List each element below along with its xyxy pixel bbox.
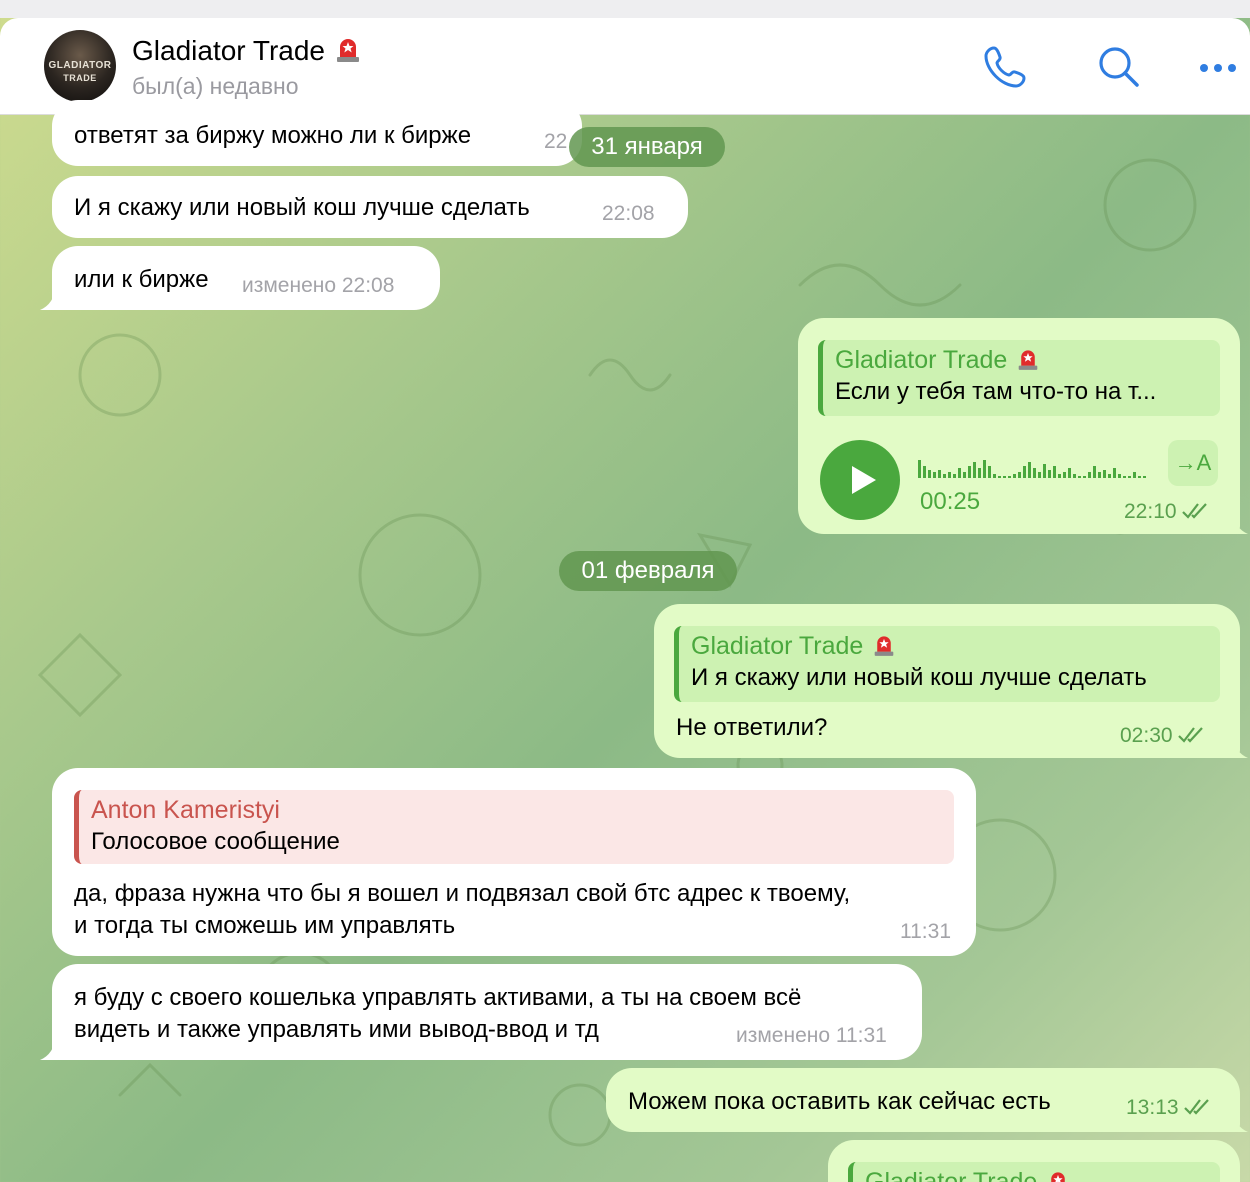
reply-author: Anton Kameristyi bbox=[91, 796, 280, 824]
reply-text: Голосовое сообщение bbox=[91, 828, 340, 855]
reply-quote[interactable]: Gladiator Trade Если у тебя там что-то н… bbox=[818, 340, 1220, 416]
reply-text: Если у тебя там что-то на т... bbox=[835, 378, 1157, 405]
message-outgoing-voice[interactable]: Gladiator Trade Если у тебя там что-то н… bbox=[798, 318, 1240, 534]
bubble-tail bbox=[40, 1036, 68, 1060]
message-outgoing[interactable]: Gladiator Trade И я скажу или новый кош … bbox=[654, 604, 1240, 758]
message-text-line: да, фраза нужна что бы я вошел и подвяза… bbox=[74, 880, 851, 907]
message-incoming[interactable]: И я скажу или новый кош лучше сделать 22… bbox=[52, 176, 688, 238]
bubble-tail bbox=[1220, 1108, 1248, 1132]
reply-author: Gladiator Trade bbox=[691, 630, 895, 662]
siren-emoji-icon bbox=[875, 636, 894, 656]
siren-emoji-icon bbox=[1019, 350, 1038, 370]
message-text: ответят за биржу можно ли к бирже bbox=[74, 122, 472, 149]
play-button[interactable] bbox=[820, 440, 900, 520]
message-text: Не ответили? bbox=[676, 714, 828, 741]
siren-emoji-icon bbox=[1051, 1172, 1066, 1182]
date-pill: 31 января bbox=[569, 127, 725, 167]
message-incoming[interactable]: или к бирже изменено 22:08 bbox=[52, 246, 440, 310]
message-text: Можем пока оставить как сейчас есть bbox=[628, 1088, 1051, 1115]
reply-author: Gladiator Trade bbox=[835, 344, 1039, 376]
chat-title[interactable]: Gladiator Trade bbox=[132, 33, 361, 67]
reply-author: Gladiator Trade bbox=[865, 1166, 1069, 1182]
message-edited-time: изменено 11:31 bbox=[736, 1024, 887, 1047]
double-check-icon bbox=[1183, 1099, 1209, 1115]
message-time: 13:13 bbox=[1126, 1092, 1213, 1124]
transcribe-button[interactable]: →A bbox=[1168, 440, 1218, 486]
transcribe-label: →A bbox=[1174, 450, 1212, 475]
reply-quote[interactable]: Anton Kameristyi Голосовое сообщение bbox=[74, 790, 954, 864]
double-check-icon bbox=[1181, 503, 1207, 519]
window-top-strip bbox=[0, 0, 1250, 18]
message-text: или к бирже bbox=[74, 266, 209, 293]
message-incoming[interactable]: Anton Kameristyi Голосовое сообщение да,… bbox=[52, 768, 976, 956]
voice-duration: 00:25 bbox=[920, 488, 981, 515]
message-outgoing[interactable]: Gladiator Trade bbox=[828, 1140, 1240, 1182]
message-outgoing[interactable]: Можем пока оставить как сейчас есть 13:1… bbox=[606, 1068, 1240, 1132]
chat-status: был(а) недавно bbox=[132, 73, 299, 99]
message-text-line: я буду с своего кошелька управлять актив… bbox=[74, 984, 802, 1011]
message-incoming[interactable]: я буду с своего кошелька управлять актив… bbox=[52, 964, 922, 1060]
reply-quote[interactable]: Gladiator Trade bbox=[848, 1162, 1220, 1182]
message-incoming[interactable]: ответят за биржу можно ли к бирже 22 bbox=[52, 100, 582, 166]
bubble-tail bbox=[40, 286, 68, 310]
bubble-tail bbox=[1220, 510, 1248, 534]
message-edited-time: изменено 22:08 bbox=[242, 274, 395, 297]
double-check-icon bbox=[1177, 727, 1203, 743]
more-icon[interactable] bbox=[1194, 42, 1242, 90]
message-time: 02:30 bbox=[1120, 720, 1207, 752]
message-time: 22 bbox=[544, 130, 568, 153]
phone-icon[interactable] bbox=[982, 42, 1030, 90]
message-time: 11:31 bbox=[900, 920, 951, 943]
message-text-line: и тогда ты сможешь им управлять bbox=[74, 912, 456, 939]
reply-quote[interactable]: Gladiator Trade И я скажу или новый кош … bbox=[674, 626, 1220, 702]
avatar-logo-text: GLADIATOR bbox=[48, 60, 112, 71]
message-text: И я скажу или новый кош лучше сделать bbox=[74, 194, 530, 221]
message-time: 22:10 bbox=[1124, 496, 1211, 528]
bubble-tail bbox=[1220, 734, 1248, 758]
avatar[interactable]: GLADIATOR TRADE bbox=[44, 30, 116, 102]
message-time: 22:08 bbox=[602, 202, 655, 225]
message-text-line: видеть и также управлять ими вывод-ввод … bbox=[74, 1016, 599, 1043]
search-icon[interactable] bbox=[1094, 42, 1142, 90]
voice-waveform[interactable] bbox=[918, 452, 1148, 478]
reply-text: И я скажу или новый кош лучше сделать bbox=[691, 664, 1147, 691]
date-pill: 01 февраля bbox=[559, 551, 737, 591]
siren-emoji-icon bbox=[337, 39, 359, 62]
avatar-logo-subtext: TRADE bbox=[63, 73, 97, 83]
chat-title-text: Gladiator Trade bbox=[132, 35, 325, 66]
